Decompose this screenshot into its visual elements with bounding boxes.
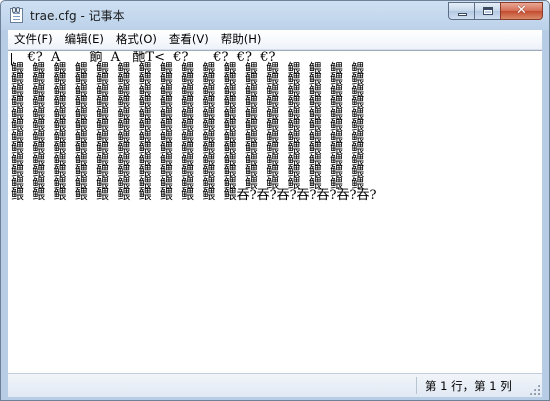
menu-view[interactable]: 查看(V) [163,30,215,49]
maximize-button[interactable] [474,2,501,20]
window-title: trae.cfg - 记事本 [30,9,125,23]
title-bar[interactable]: trae.cfg - 记事本 ✕ [1,1,549,30]
menu-file[interactable]: 文件(F) [8,30,59,49]
notepad-window: trae.cfg - 记事本 ✕ 文件(F) 编辑(E) 格式(O) 查看(V)… [0,0,550,401]
notepad-icon[interactable] [10,7,23,23]
menu-help[interactable]: 帮助(H) [215,30,268,49]
close-icon: ✕ [516,3,527,18]
caption-buttons: ✕ [448,2,543,21]
menu-format[interactable]: 格式(O) [110,30,163,49]
cursor-position: 第 1 行，第 1 列 [425,379,512,393]
minimize-button[interactable] [448,2,475,20]
close-button[interactable]: ✕ [500,2,543,20]
menu-edit[interactable]: 编辑(E) [59,30,110,49]
text-editor[interactable]: €? A 餉 A 酏T< €? €? €? €? 鳂 鳂 鳂 鳂 鳂 鳂 鳂 鳂… [8,50,542,373]
editor-content[interactable]: €? A 餉 A 酏T< €? €? €? €? 鳂 鳂 鳂 鳂 鳂 鳂 鳂 鳂… [11,51,376,202]
status-divider [416,377,417,394]
status-bar: 第 1 行，第 1 列 [8,373,542,397]
minimize-icon [458,13,467,16]
text-caret [11,53,12,65]
menu-bar: 文件(F) 编辑(E) 格式(O) 查看(V) 帮助(H) [8,30,542,50]
maximize-icon [483,7,493,15]
size-grip-icon[interactable] [529,384,540,395]
